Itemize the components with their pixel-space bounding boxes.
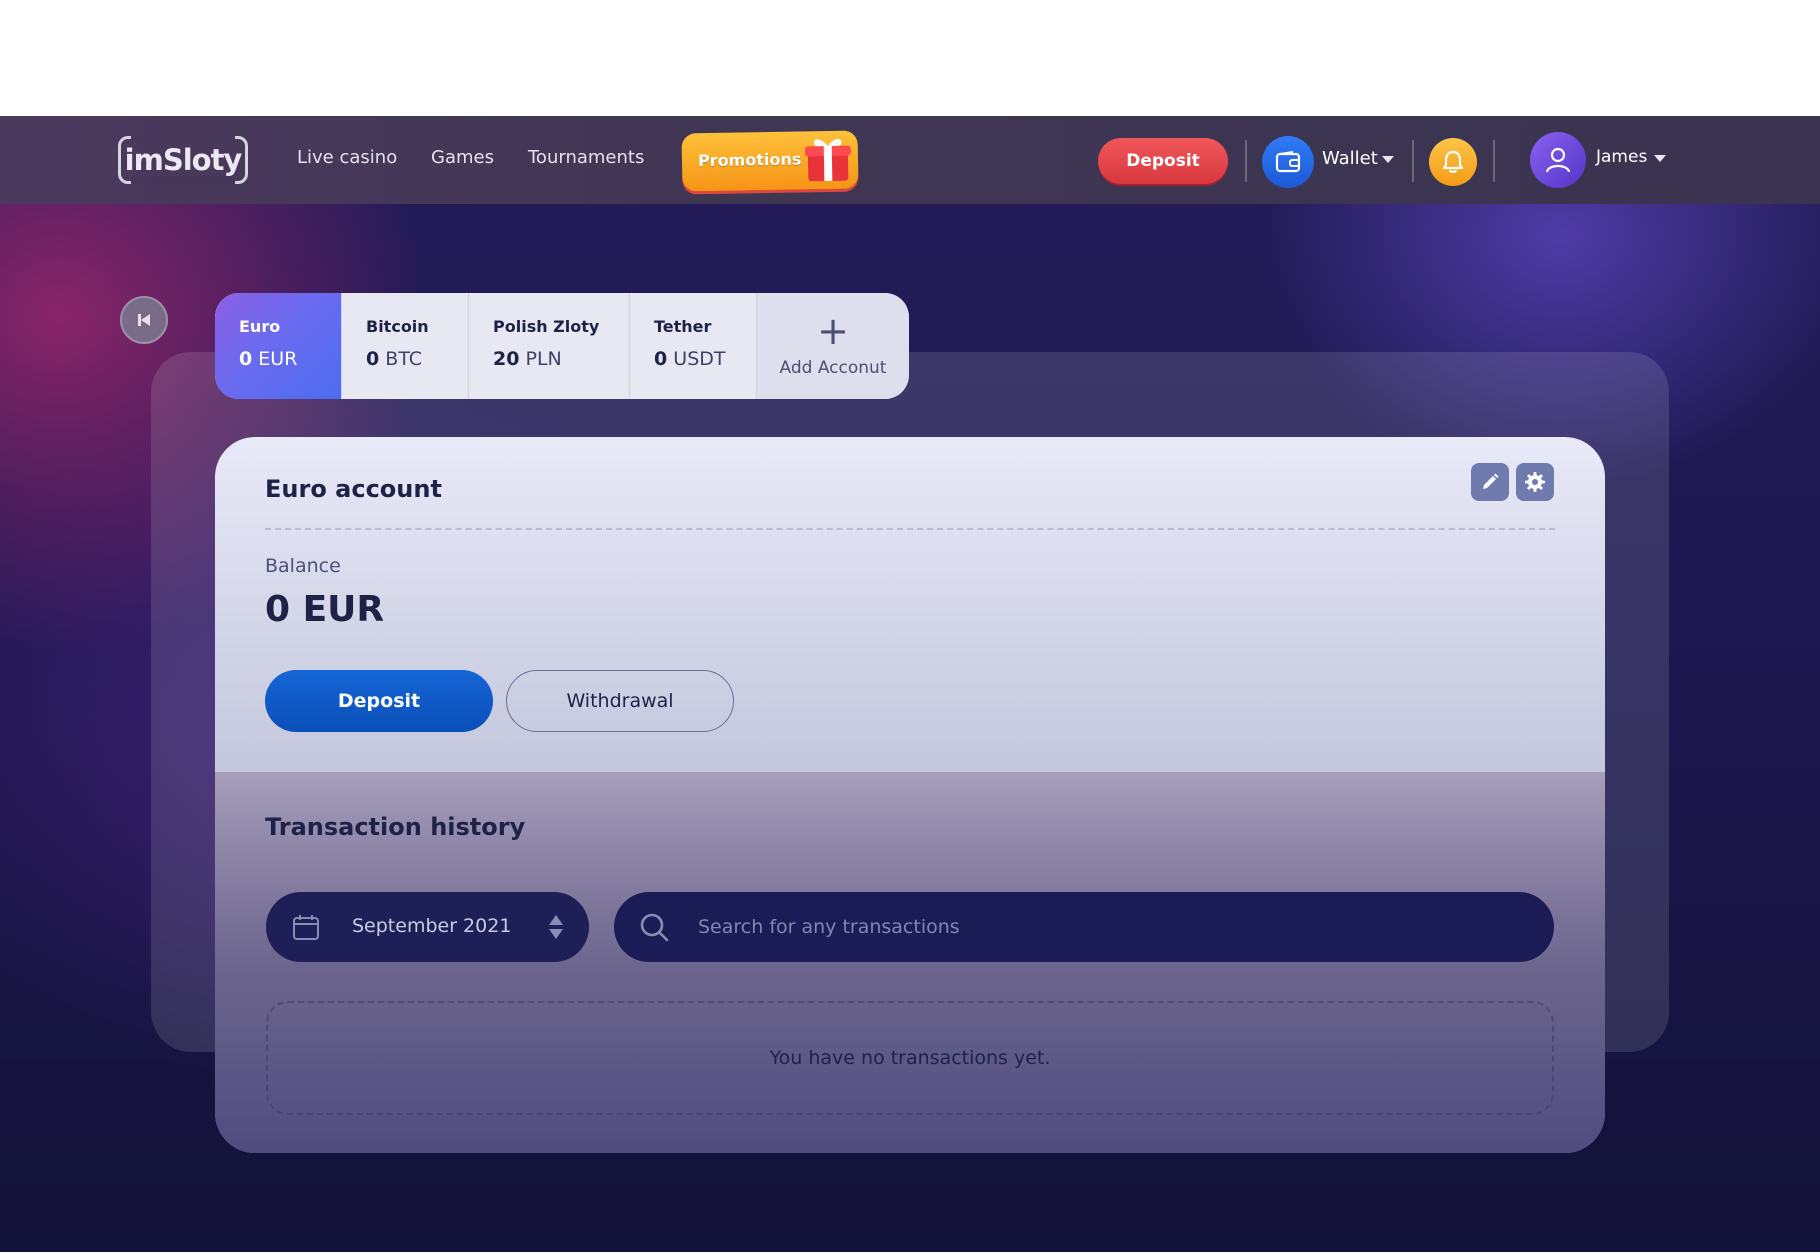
top-nav-bar: imSloty Live casino Games Tournaments Pr… <box>0 116 1820 204</box>
user-menu[interactable]: James <box>1596 147 1647 167</box>
transaction-history-title: Transaction history <box>265 813 526 841</box>
tab-amount: 0 <box>366 348 380 370</box>
back-icon <box>138 314 150 326</box>
settings-button[interactable] <box>1516 463 1554 501</box>
add-account-label: Add Acconut <box>779 358 887 378</box>
divider <box>1493 140 1495 182</box>
top-blank-area <box>0 0 1820 116</box>
user-icon <box>1545 147 1571 173</box>
wallet-icon <box>1275 151 1301 173</box>
gear-icon <box>1525 472 1545 492</box>
gift-icon <box>804 139 851 182</box>
plus-icon: + <box>817 309 849 353</box>
period-value: September 2021 <box>352 915 512 937</box>
tab-amount: 0 <box>654 348 668 370</box>
tab-currency: EUR <box>258 348 298 370</box>
tab-name: Bitcoin <box>366 317 429 336</box>
tab-name: Euro <box>239 317 281 336</box>
divider <box>1245 140 1247 182</box>
account-card: Euro account Balance 0 EUR Deposit Withd… <box>215 437 1605 1153</box>
nav-games[interactable]: Games <box>431 147 494 168</box>
tab-name: Polish Zloty <box>493 317 600 336</box>
chevron-down-icon[interactable] <box>1654 155 1666 162</box>
nav-tournaments[interactable]: Tournaments <box>528 147 644 168</box>
page-background: imSloty Live casino Games Tournaments Pr… <box>0 116 1820 1252</box>
back-button[interactable] <box>120 296 168 344</box>
header-deposit-button[interactable]: Deposit <box>1098 138 1228 184</box>
promotions-button[interactable]: Promotions <box>681 130 859 192</box>
avatar[interactable] <box>1530 132 1586 188</box>
tab-tether[interactable]: Tether 0 USDT <box>630 293 757 399</box>
chevron-down-icon[interactable] <box>1382 156 1394 163</box>
tab-polish-zloty[interactable]: Polish Zloty 20 PLN <box>469 293 630 399</box>
tab-amount: 20 <box>493 348 520 370</box>
search-input[interactable] <box>698 892 1518 962</box>
balance-value: 0 EUR <box>265 589 385 630</box>
tab-currency: BTC <box>385 348 423 370</box>
nav-live-casino[interactable]: Live casino <box>297 147 397 168</box>
edit-button[interactable] <box>1471 463 1509 501</box>
withdrawal-button[interactable]: Withdrawal <box>506 670 734 732</box>
tab-amount: 0 <box>239 348 253 370</box>
add-account-button[interactable]: + Add Acconut <box>757 293 909 399</box>
tab-currency: PLN <box>525 348 562 370</box>
tab-currency: USDT <box>673 348 726 370</box>
account-title: Euro account <box>265 475 442 503</box>
notifications-button[interactable] <box>1429 138 1477 186</box>
account-tabs: Euro 0 EUR Bitcoin 0 BTC Polish Zloty 20… <box>215 293 909 399</box>
sort-arrows-icon[interactable] <box>548 913 564 941</box>
wallet-dropdown[interactable]: Wallet <box>1322 148 1378 169</box>
search-bar <box>614 892 1554 962</box>
divider <box>265 528 1555 530</box>
logo-text: imSloty <box>124 143 243 177</box>
bell-icon <box>1442 150 1464 173</box>
deposit-button[interactable]: Deposit <box>265 670 493 732</box>
search-icon <box>640 913 669 942</box>
pencil-icon <box>1483 473 1499 489</box>
site-logo[interactable]: imSloty <box>118 136 248 184</box>
balance-label: Balance <box>265 555 341 577</box>
promotions-label: Promotions <box>697 149 802 171</box>
divider <box>1412 140 1414 182</box>
period-selector[interactable]: September 2021 <box>266 892 589 962</box>
tab-euro[interactable]: Euro 0 EUR <box>215 293 342 399</box>
tab-name: Tether <box>654 317 712 336</box>
tab-bitcoin[interactable]: Bitcoin 0 BTC <box>342 293 469 399</box>
calendar-icon <box>293 915 319 940</box>
empty-transactions-message: You have no transactions yet. <box>266 1001 1554 1115</box>
wallet-icon-button[interactable] <box>1262 136 1314 188</box>
